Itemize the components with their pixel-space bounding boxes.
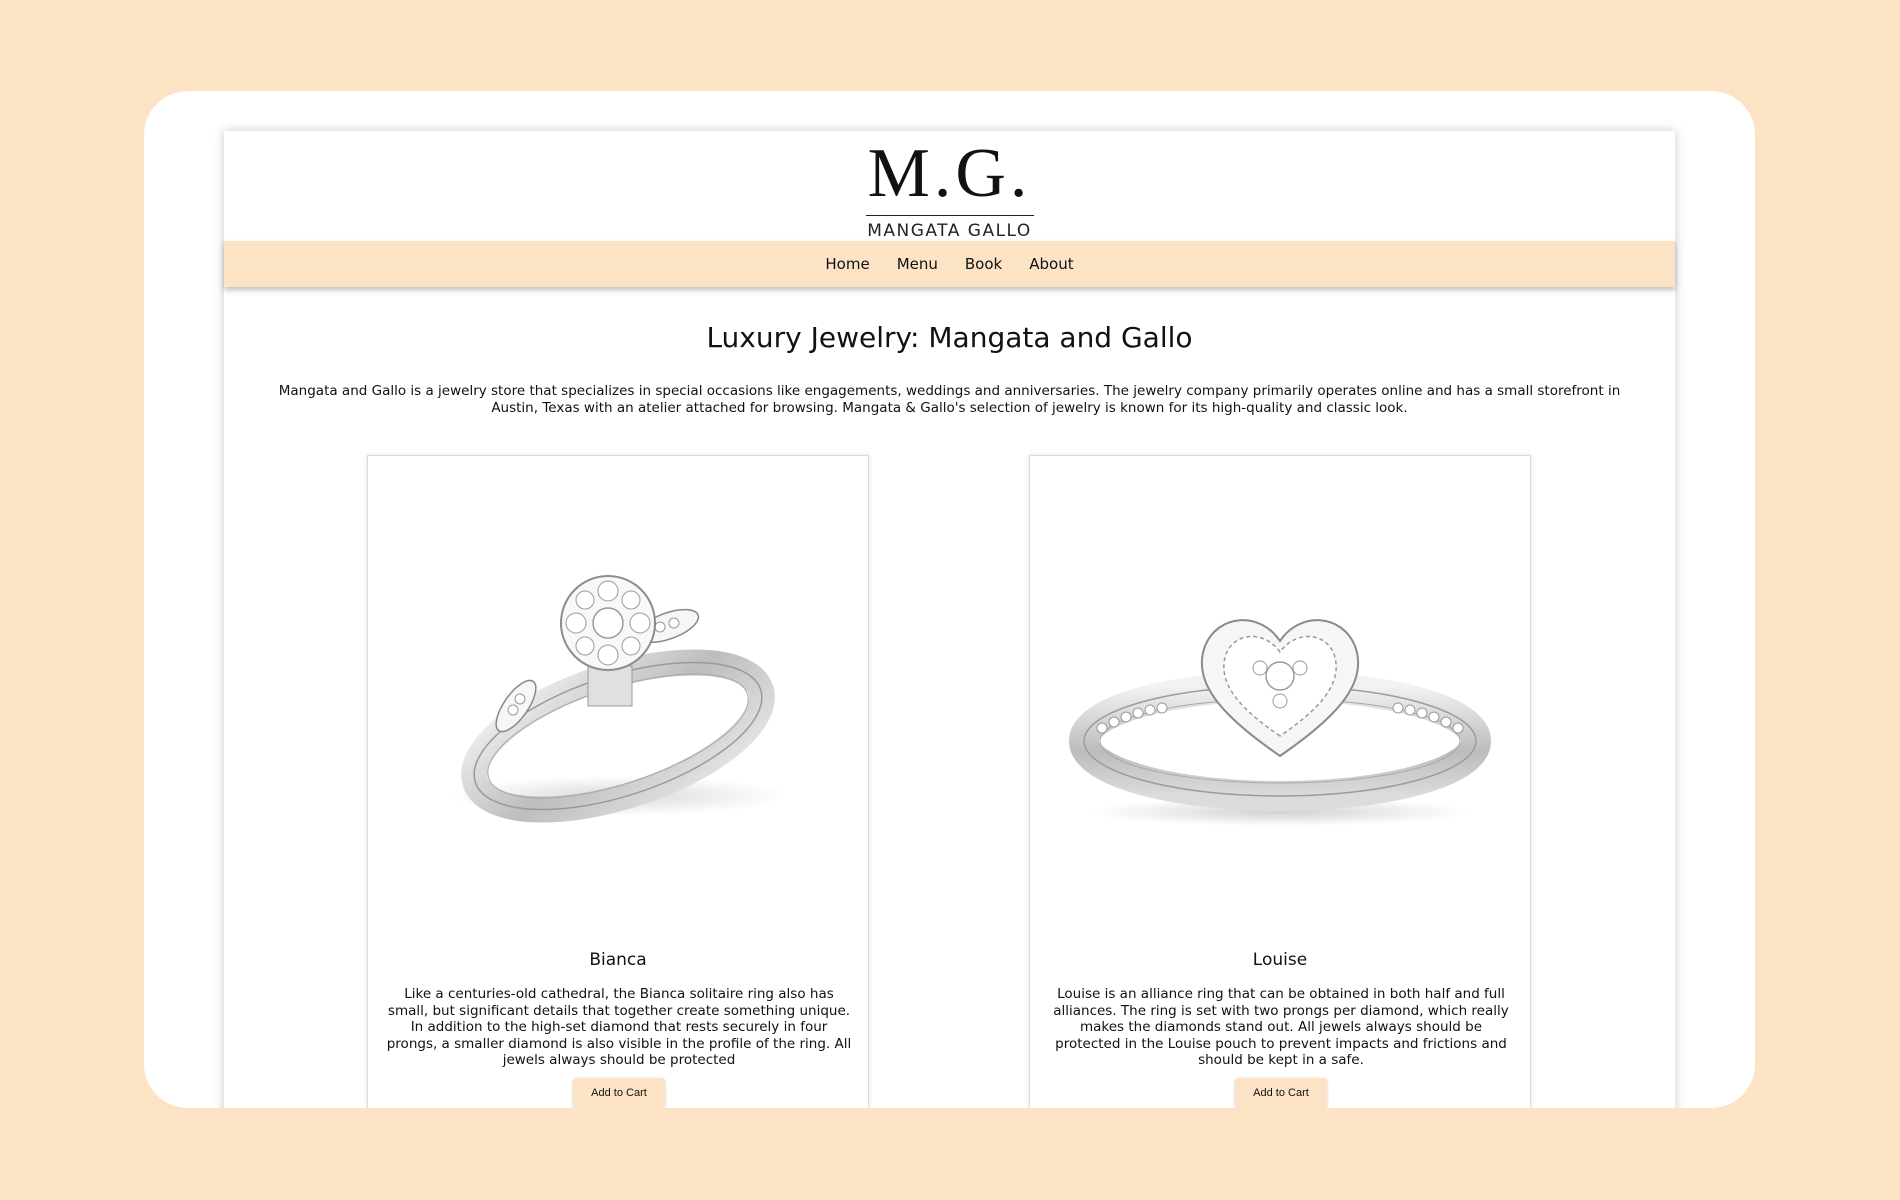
add-to-cart-button[interactable]: Add to Cart: [573, 1078, 665, 1108]
browser-frame: M.G. MANGATA GALLO Home Menu Book About …: [144, 91, 1755, 1108]
product-description: Like a centuries-old cathedral, the Bian…: [386, 986, 852, 1068]
solitaire-ring-icon: [448, 575, 788, 823]
website-page: M.G. MANGATA GALLO Home Menu Book About …: [224, 131, 1675, 1108]
nav-menu[interactable]: Menu: [897, 255, 938, 273]
nav-home[interactable]: Home: [825, 255, 869, 273]
main-navbar: Home Menu Book About: [224, 241, 1675, 287]
logo-divider: [865, 215, 1034, 216]
nav-book[interactable]: Book: [965, 255, 1002, 273]
page-title: Luxury Jewelry: Mangata and Gallo: [706, 321, 1193, 354]
product-name: Louise: [1252, 950, 1308, 970]
product-card-bianca: Bianca Like a centuries-old cathedral, t…: [367, 455, 869, 1108]
heart-ring-icon: [1069, 619, 1491, 826]
product-card-louise: Louise Louise is an alliance ring that c…: [1029, 455, 1531, 1108]
add-to-cart-button[interactable]: Add to Cart: [1235, 1078, 1327, 1108]
brand-logo[interactable]: M.G. MANGATA GALLO: [224, 131, 1675, 241]
logo-subtitle: MANGATA GALLO: [867, 221, 1032, 241]
nav-about[interactable]: About: [1029, 255, 1073, 273]
intro-paragraph: Mangata and Gallo is a jewelry store tha…: [278, 383, 1621, 416]
logo-monogram: M.G.: [867, 135, 1032, 212]
product-description: Louise is an alliance ring that can be o…: [1053, 986, 1509, 1068]
product-name: Bianca: [589, 950, 647, 970]
